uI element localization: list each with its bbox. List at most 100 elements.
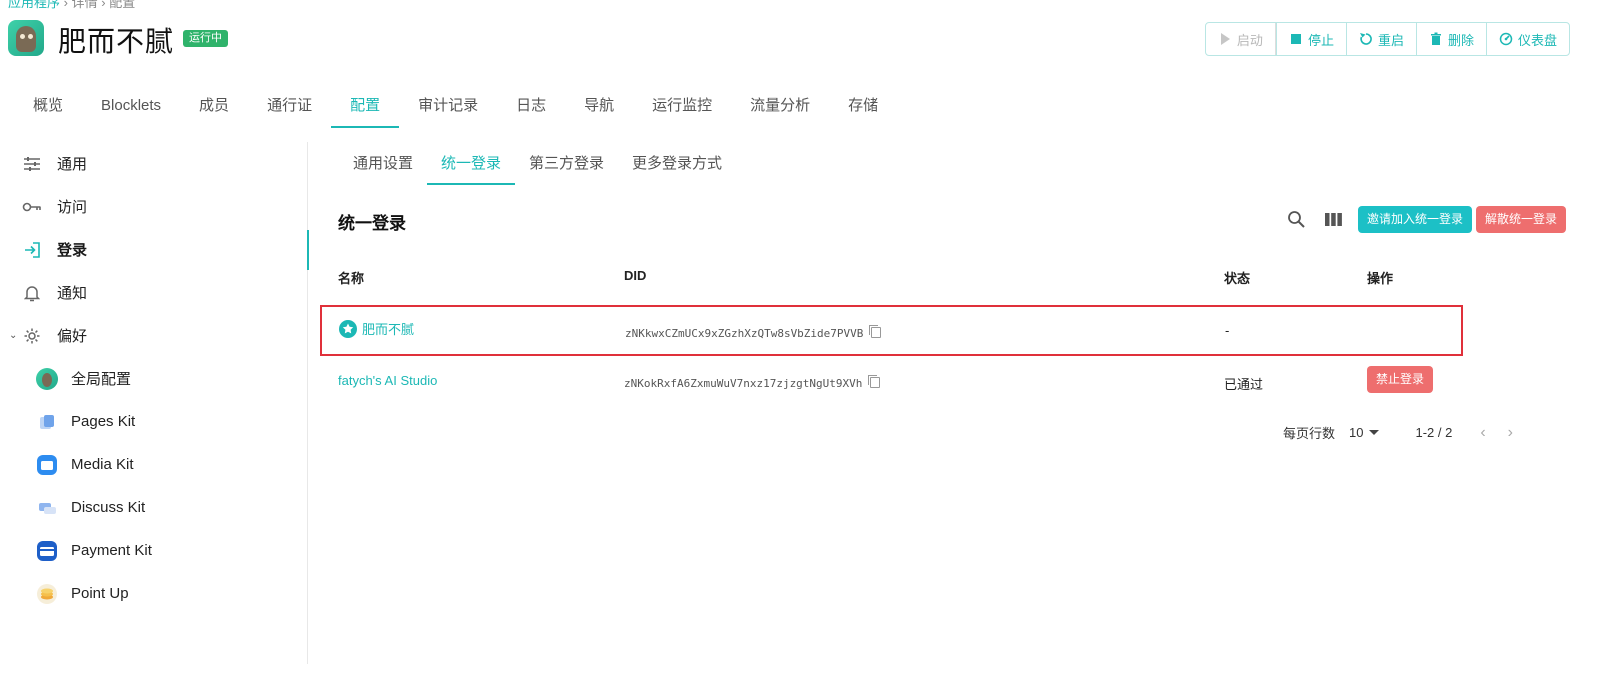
login-icon [22, 240, 42, 260]
section-title: 统一登录 [338, 214, 406, 233]
sidebar-item-label: Media Kit [71, 456, 134, 473]
tab-third-party-login[interactable]: 第三方登录 [515, 142, 618, 185]
app-avatar-icon [36, 367, 58, 390]
did-cell: zNKkwxCZmUCx9xZGzhXzQTw8sVbZide7PVVB [625, 325, 882, 340]
tab-general-settings[interactable]: 通用设置 [339, 142, 427, 185]
sliders-icon [22, 154, 42, 174]
dashboard-icon [1499, 32, 1513, 46]
ban-login-button[interactable]: 禁止登录 [1367, 366, 1434, 393]
sidebar-item-general[interactable]: 通用 [0, 142, 308, 185]
breadcrumb-item: 配置 [109, 0, 136, 10]
sidebar-item-payment-kit[interactable]: Payment Kit [0, 529, 308, 572]
sidebar-item-access[interactable]: 访问 [0, 185, 308, 228]
delete-button[interactable]: 删除 [1415, 23, 1486, 55]
tab-traffic-analytics[interactable]: 流量分析 [731, 86, 829, 128]
table-row: fatych's AI Studio zNKokRxfA6ZxmuWuV7nxz… [320, 358, 1463, 409]
pagination: 每页行数 10 1-2 / 2 ‹ › [1283, 423, 1513, 442]
column-header-status: 状态 [1224, 271, 1251, 286]
sidebar-item-notifications[interactable]: 通知 [0, 271, 308, 314]
site-name-link[interactable]: fatych's AI Studio [338, 373, 437, 388]
sidebar-item-label: Payment Kit [71, 542, 152, 559]
sidebar-item-label: Pages Kit [71, 413, 136, 430]
action-button-group: 启动 停止 重启 删除 仪表盘 [1204, 22, 1570, 56]
sidebar-item-label: Discuss Kit [71, 499, 146, 516]
pages-kit-icon [36, 411, 58, 433]
sub-tabs: 通用设置 统一登录 第三方登录 更多登录方式 [339, 142, 736, 185]
did-cell: zNKokRxfA6ZxmuWuV7nxz17zjzgtNgUt9XVh [624, 375, 881, 390]
content-panel: 通用设置 统一登录 第三方登录 更多登录方式 统一登录 邀请加入统一登录 解散统… [309, 142, 1600, 689]
columns-icon[interactable] [1324, 210, 1343, 229]
sidebar-item-label: 全局配置 [71, 371, 132, 388]
restart-icon [1359, 33, 1372, 45]
search-icon[interactable] [1287, 210, 1306, 229]
caret-down-icon [1369, 430, 1380, 435]
dissolve-unified-login-button[interactable]: 解散统一登录 [1476, 206, 1567, 233]
sidebar-item-global-config[interactable]: 全局配置 [0, 357, 308, 400]
tab-overview[interactable]: 概览 [14, 86, 82, 128]
sidebar-item-label: 通用 [57, 156, 88, 173]
play-icon [1220, 33, 1230, 45]
column-header-actions: 操作 [1367, 271, 1394, 286]
sidebar-item-label: 访问 [57, 199, 88, 216]
key-icon [22, 197, 42, 217]
sidebar-item-discuss-kit[interactable]: Discuss Kit [0, 486, 308, 529]
sidebar-item-preferences[interactable]: ⌄ 偏好 [0, 314, 308, 357]
site-name-cell[interactable]: fatych's AI Studio [338, 373, 437, 388]
copy-icon[interactable] [868, 375, 881, 388]
breadcrumb-item[interactable]: 应用程序 [8, 0, 60, 10]
tab-navigation[interactable]: 导航 [565, 86, 633, 128]
breadcrumb-item[interactable]: 详情 [72, 0, 98, 10]
did-value: zNKkwxCZmUCx9xZGzhXzQTw8sVbZide7PVVB [625, 327, 864, 340]
status-badge: 运行中 [183, 30, 228, 47]
status-cell: 已通过 [1224, 377, 1264, 392]
rows-per-page-select[interactable]: 10 [1349, 425, 1380, 440]
page-title: 肥而不腻 [58, 26, 175, 57]
star-badge-icon [339, 319, 357, 338]
table-row: 肥而不腻 zNKkwxCZmUCx9xZGzhXzQTw8sVbZide7PVV… [320, 305, 1463, 356]
chevron-down-icon[interactable]: ⌄ [9, 330, 17, 341]
bell-icon [22, 283, 42, 303]
sidebar-item-label: 登录 [57, 242, 88, 259]
sidebar-item-label: 通知 [57, 285, 88, 302]
chevron-left-icon[interactable]: ‹ [1480, 424, 1485, 442]
sidebar-item-label: 偏好 [57, 328, 88, 345]
tab-more-login-methods[interactable]: 更多登录方式 [618, 142, 736, 185]
tab-unified-login[interactable]: 统一登录 [427, 142, 516, 185]
gear-icon [22, 326, 42, 346]
sidebar-item-login[interactable]: 登录 [0, 228, 309, 271]
tab-configuration[interactable]: 配置 [331, 86, 400, 128]
column-header-name: 名称 [338, 271, 365, 286]
payment-kit-icon [36, 540, 58, 562]
copy-icon[interactable] [869, 325, 882, 338]
site-name-link[interactable]: 肥而不腻 [362, 319, 414, 338]
breadcrumb: 应用程序 › 详情 › 配置 [8, 0, 135, 11]
site-name-cell[interactable]: 肥而不腻 [339, 319, 414, 338]
page-range: 1-2 / 2 [1415, 425, 1453, 440]
tab-members[interactable]: 成员 [180, 86, 248, 128]
tab-audit-logs[interactable]: 审计记录 [399, 86, 497, 128]
status-cell: - [1225, 323, 1230, 338]
tab-passports[interactable]: 通行证 [248, 86, 331, 128]
sidebar: 通用 访问 登录 通知 ⌄ 偏好 全局配置 Pages Kit Media Ki… [0, 142, 309, 664]
stop-icon [1290, 34, 1301, 44]
sidebar-item-label: Point Up [71, 585, 129, 602]
sidebar-item-media-kit[interactable]: Media Kit [0, 443, 308, 486]
tab-runtime-monitor[interactable]: 运行监控 [633, 86, 731, 128]
stop-button[interactable]: 停止 [1275, 23, 1346, 55]
restart-button[interactable]: 重启 [1345, 23, 1416, 55]
column-header-did: DID [624, 268, 647, 283]
trash-icon [1430, 32, 1441, 45]
dashboard-button[interactable]: 仪表盘 [1485, 23, 1569, 55]
table-toolbar [1287, 210, 1343, 229]
tab-logs[interactable]: 日志 [497, 86, 565, 128]
media-kit-icon [36, 454, 58, 476]
tab-storage[interactable]: 存储 [829, 86, 897, 128]
invite-unified-login-button[interactable]: 邀请加入统一登录 [1358, 206, 1473, 233]
app-header: 应用程序 › 详情 › 配置 肥而不腻 运行中 启动 停止 重启 删除 仪表盘 [0, 0, 1600, 80]
sidebar-item-point-up[interactable]: Point Up [0, 572, 308, 615]
chevron-right-icon[interactable]: › [1508, 424, 1513, 442]
sidebar-item-pages-kit[interactable]: Pages Kit [0, 400, 308, 443]
point-up-icon [36, 583, 58, 605]
start-button[interactable]: 启动 [1206, 23, 1276, 55]
tab-blocklets[interactable]: Blocklets [82, 86, 180, 128]
